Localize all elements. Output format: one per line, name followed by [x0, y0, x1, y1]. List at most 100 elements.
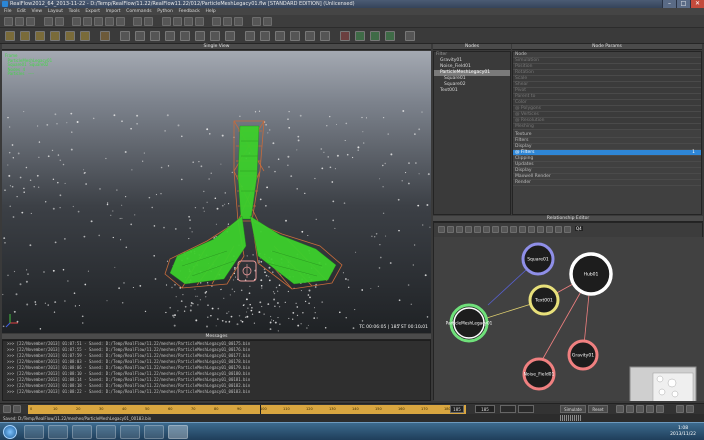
rel-tool-icon[interactable] [537, 226, 544, 233]
render-icon[interactable] [223, 17, 232, 26]
rel-tool-icon[interactable] [456, 226, 463, 233]
menu-tools[interactable]: Tools [69, 8, 80, 15]
rel-tool-icon[interactable] [447, 226, 454, 233]
timeline-ruler[interactable]: 0 10 20 30 40 50 60 70 80 90 100 110 120… [28, 405, 466, 414]
rel-tool-icon[interactable] [528, 226, 535, 233]
emitter-sphere-icon[interactable] [50, 31, 60, 41]
layout-2-icon[interactable] [173, 17, 182, 26]
record-icon[interactable] [686, 405, 694, 413]
rel-zoom-label[interactable]: Q4 [575, 226, 583, 231]
daemon-noise-icon[interactable] [180, 31, 190, 41]
stop-icon[interactable] [626, 405, 634, 413]
emitter-cylinder-icon[interactable] [65, 31, 75, 41]
redo-icon[interactable] [55, 17, 64, 26]
rel-tool-icon[interactable] [510, 226, 517, 233]
taskbar-folder-icon[interactable] [72, 425, 92, 439]
layout-1-icon[interactable] [162, 17, 171, 26]
relationship-node-text001[interactable]: Text001 [528, 284, 560, 316]
relationship-node-gravity01[interactable]: Gravity01 [567, 339, 599, 371]
simulate-button[interactable]: Simulate [560, 405, 586, 413]
layout-3-icon[interactable] [184, 17, 193, 26]
frame-field-blank-2[interactable] [518, 405, 534, 413]
taskbar-explorer-icon[interactable] [24, 425, 44, 439]
emitter-square-icon[interactable] [20, 31, 30, 41]
menu-edit[interactable]: Edit [17, 8, 26, 15]
taskbar-clock[interactable]: 1:08 2013/11/22 [670, 426, 696, 438]
node-item-text001[interactable]: Text001 [434, 88, 510, 94]
rel-tool-icon[interactable] [546, 226, 553, 233]
menu-feedback[interactable]: Feedback [178, 8, 199, 15]
close-button[interactable]: ✕ [690, 0, 704, 8]
object-plane-icon[interactable] [290, 31, 300, 41]
object-torus-icon[interactable] [275, 31, 285, 41]
emitter-object-icon[interactable] [80, 31, 90, 41]
mesh-icon[interactable] [340, 31, 350, 41]
relationship-node-hub01[interactable]: Hub01 [569, 252, 613, 296]
frame-field[interactable]: 185 [475, 405, 495, 413]
move-tool-icon[interactable] [83, 17, 92, 26]
object-cone-icon[interactable] [320, 31, 330, 41]
rel-tool-icon[interactable] [474, 226, 481, 233]
rigid-body-icon[interactable] [405, 31, 415, 41]
rel-tool-icon[interactable] [564, 226, 571, 233]
relationship-node-noise-field01[interactable]: Noise_Field01 [522, 357, 556, 391]
save-scene-icon[interactable] [26, 17, 35, 26]
menu-help[interactable]: Help [205, 8, 215, 15]
relationship-node-particlemesh[interactable]: ParticleMeshLegacy01 [446, 303, 493, 343]
emitter-circle-icon[interactable] [5, 31, 15, 41]
daemon-attractor-icon[interactable] [150, 31, 160, 41]
taskbar-realflow-icon[interactable] [168, 425, 188, 439]
camera-node-icon[interactable] [355, 31, 365, 41]
daemon-k-age-icon[interactable] [225, 31, 235, 41]
step-back-icon[interactable] [13, 405, 21, 413]
menu-python[interactable]: Python [157, 8, 173, 15]
menu-import[interactable]: Import [106, 8, 121, 15]
minimize-button[interactable]: – [662, 0, 676, 8]
single-view-viewport[interactable]: Frame ParticleMeshLegacy01 Square01 Squa… [2, 51, 431, 333]
rel-tool-icon[interactable] [492, 226, 499, 233]
null-node-icon[interactable] [385, 31, 395, 41]
rel-tool-icon[interactable] [501, 226, 508, 233]
taskbar-terminal-icon[interactable] [96, 425, 116, 439]
undo-icon[interactable] [44, 17, 53, 26]
param-row[interactable]: Meshing [513, 124, 701, 130]
rel-tool-icon[interactable] [555, 226, 562, 233]
python-icon[interactable] [263, 17, 272, 26]
menu-layout[interactable]: Layout [48, 8, 63, 15]
settings-icon[interactable] [252, 17, 261, 26]
pivot-tool-icon[interactable] [116, 17, 125, 26]
unlink-tool-icon[interactable] [144, 17, 153, 26]
link-tool-icon[interactable] [133, 17, 142, 26]
rel-tool-icon[interactable] [438, 226, 445, 233]
messages-panel[interactable]: >>> [22/November/2013] 01:07:51 - Saved:… [2, 340, 431, 401]
emitter-gizmo[interactable] [237, 260, 257, 282]
relationship-canvas[interactable]: Square01 Hub01 Text001 ParticleMeshLegac… [434, 237, 704, 401]
rel-tool-icon[interactable] [519, 226, 526, 233]
select-tool-icon[interactable] [72, 17, 81, 26]
step-forward-icon[interactable] [646, 405, 654, 413]
taskbar-chrome-icon[interactable] [48, 425, 68, 439]
menu-export[interactable]: Export [85, 8, 100, 15]
maximize-button[interactable]: □ [676, 0, 690, 8]
rewind-icon[interactable] [3, 405, 11, 413]
params-group-render[interactable]: Render [513, 180, 701, 186]
new-scene-icon[interactable] [4, 17, 13, 26]
object-cylinder-icon[interactable] [305, 31, 315, 41]
fast-forward-icon[interactable] [656, 405, 664, 413]
object-cube-icon[interactable] [245, 31, 255, 41]
menu-file[interactable]: File [4, 8, 12, 15]
fill-object-icon[interactable] [100, 31, 110, 41]
emitter-triangle-icon[interactable] [35, 31, 45, 41]
rel-tool-icon[interactable] [465, 226, 472, 233]
rel-tool-icon[interactable] [483, 226, 490, 233]
menu-commands[interactable]: Commands [126, 8, 151, 15]
reset-button[interactable]: Reset [588, 405, 608, 413]
camera-icon[interactable] [212, 17, 221, 26]
taskbar-media-icon[interactable] [144, 425, 164, 439]
layout-4-icon[interactable] [195, 17, 204, 26]
menu-view[interactable]: View [31, 8, 42, 15]
start-button[interactable] [3, 425, 17, 439]
preview-icon[interactable] [234, 17, 243, 26]
rotate-tool-icon[interactable] [94, 17, 103, 26]
timeline-cursor[interactable] [260, 405, 261, 414]
